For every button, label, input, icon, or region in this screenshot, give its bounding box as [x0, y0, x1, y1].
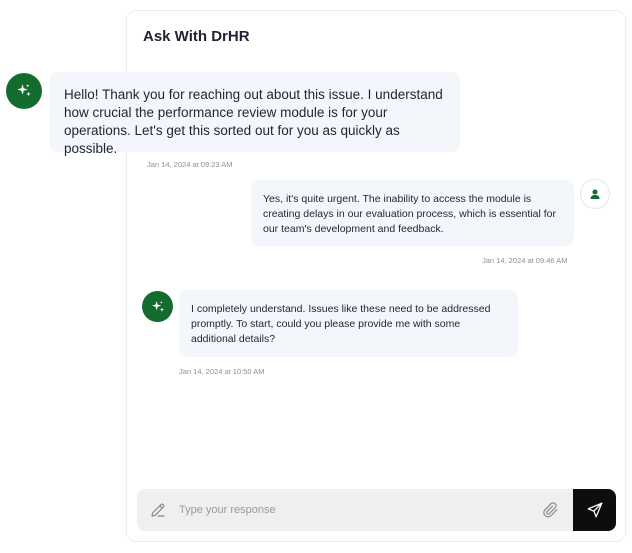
response-input[interactable]: [179, 489, 519, 531]
send-icon: [587, 502, 602, 518]
sparkles-icon: [17, 84, 31, 97]
user-avatar: [580, 179, 610, 209]
message-timestamp: Jan 14, 2024 at 09:46 AM: [482, 256, 568, 265]
message-text: I completely understand. Issues like the…: [191, 303, 491, 345]
message-text: Hello! Thank you for reaching out about …: [64, 87, 443, 156]
pen-icon: [151, 503, 165, 517]
message-composer: [137, 489, 573, 531]
bot-message-bubble: I completely understand. Issues like the…: [179, 290, 518, 357]
bot-avatar: [6, 73, 42, 109]
page-title: Ask With DrHR: [143, 28, 250, 45]
chat-screen: Ask With DrHR Hello! Thank you for reach…: [0, 0, 632, 553]
message-timestamp: Jan 14, 2024 at 10:50 AM: [179, 367, 265, 376]
bot-avatar: [142, 291, 173, 322]
bot-message-bubble: Hello! Thank you for reaching out about …: [50, 72, 460, 156]
send-button[interactable]: [573, 489, 616, 531]
user-message-bubble: Yes, it's quite urgent. The inability to…: [251, 180, 574, 246]
message-text: Yes, it's quite urgent. The inability to…: [263, 193, 556, 235]
user-icon: [590, 189, 600, 199]
sparkles-icon: [151, 300, 164, 312]
message-timestamp: Jan 14, 2024 at 09:23 AM: [147, 160, 233, 169]
paperclip-icon[interactable]: [542, 501, 560, 519]
